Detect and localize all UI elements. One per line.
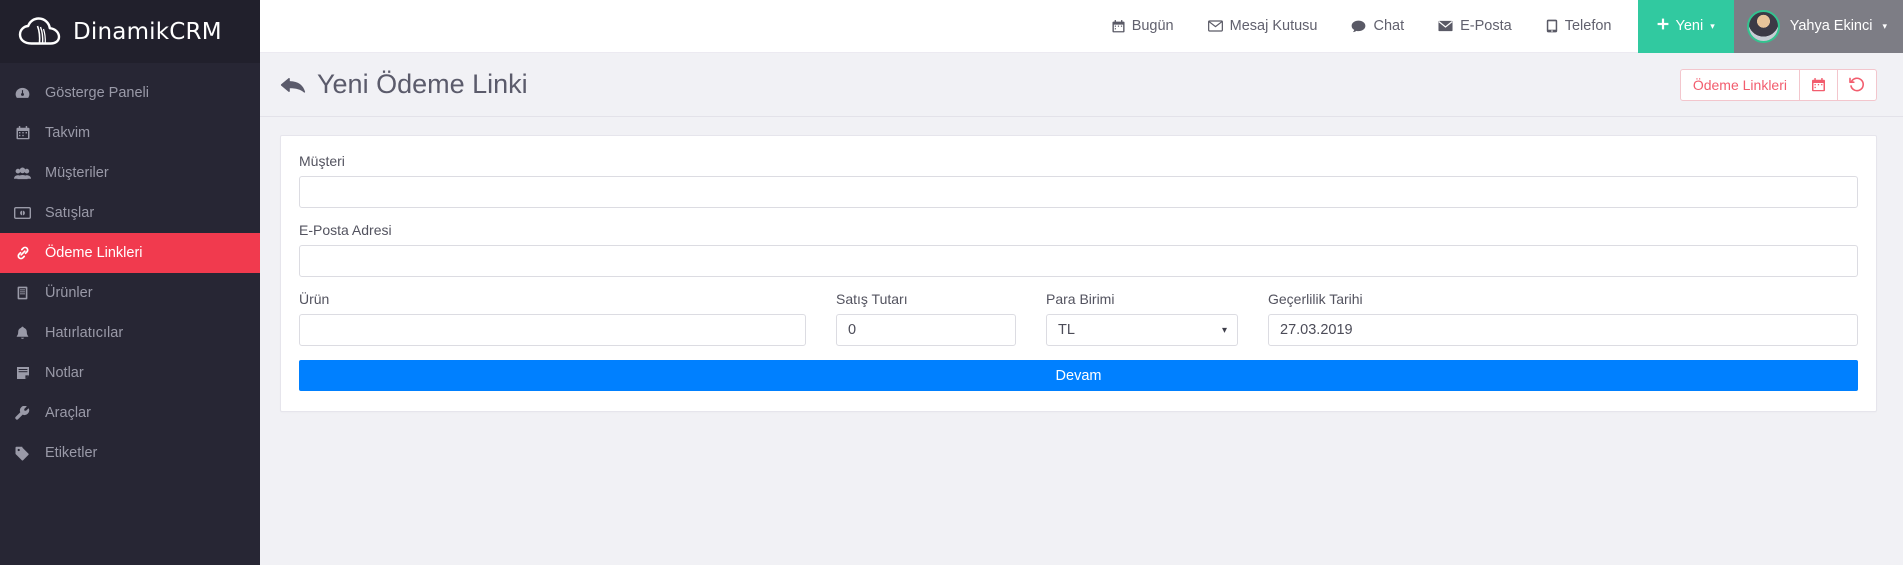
money-bill-icon <box>13 205 32 221</box>
wrench-icon <box>13 405 32 421</box>
customer-label: Müşteri <box>299 153 345 169</box>
chevron-down-icon: ▾ <box>1710 20 1715 31</box>
topbar: Bugün Mesaj Kutusu Chat E-Posta Telefon … <box>260 0 1903 53</box>
sidebar-item-musteriler[interactable]: Müşteriler <box>0 153 260 193</box>
new-button-label: Yeni <box>1675 18 1704 34</box>
amount-field-group: Satış Tutarı <box>836 291 1046 346</box>
sidebar-nav: Gösterge Paneli Takvim Müşteriler Satışl… <box>0 63 260 565</box>
sidebar-item-araclar[interactable]: Araçlar <box>0 393 260 433</box>
new-button[interactable]: Yeni ▾ <box>1638 0 1734 53</box>
customer-input[interactable] <box>299 176 1858 208</box>
product-label: Ürün <box>299 291 330 307</box>
expiry-label: Geçerlilik Tarihi <box>1268 291 1363 307</box>
bell-icon <box>13 325 32 341</box>
sidebar-item-hatirlaticilar[interactable]: Hatırlatıcılar <box>0 313 260 353</box>
sidebar-item-label: Ödeme Linkleri <box>45 245 143 261</box>
sidebar-item-label: Etiketler <box>45 445 98 461</box>
envelope-open-icon <box>1207 20 1223 32</box>
topnav-item-telefon[interactable]: Telefon <box>1529 0 1629 53</box>
currency-field-group: Para Birimi ▾ <box>1046 291 1268 346</box>
currency-label: Para Birimi <box>1046 291 1115 307</box>
page-header-actions: Ödeme Linkleri <box>1679 68 1877 101</box>
sidebar-item-label: Araçlar <box>45 405 91 421</box>
topnav-item-label: Mesaj Kutusu <box>1229 18 1318 34</box>
sidebar-item-label: Takvim <box>45 125 91 141</box>
history-undo-icon-button[interactable] <box>1837 68 1877 101</box>
product-input[interactable] <box>299 314 806 346</box>
main-area: Bugün Mesaj Kutusu Chat E-Posta Telefon … <box>260 0 1903 565</box>
topnav-item-label: Bugün <box>1131 18 1174 34</box>
content-wrapper: Müşteri E-Posta Adresi Ürün Satış Tutarı <box>260 117 1903 565</box>
topnav-item-chat[interactable]: Chat <box>1334 0 1421 53</box>
dashboard-icon <box>13 85 32 101</box>
amount-label: Satış Tutarı <box>836 291 908 307</box>
sidebar-item-label: Hatırlatıcılar <box>45 325 124 341</box>
topbar-nav: Bugün Mesaj Kutusu Chat E-Posta Telefon … <box>1095 0 1903 53</box>
plus-icon <box>1657 18 1669 34</box>
topnav-item-label: Telefon <box>1564 18 1612 34</box>
calendar-icon-button[interactable] <box>1799 68 1838 101</box>
comment-icon <box>1351 20 1366 33</box>
phone-icon <box>1546 19 1558 33</box>
note-icon <box>13 365 32 381</box>
sidebar-item-odeme-linkleri[interactable]: Ödeme Linkleri <box>0 233 260 273</box>
calendar-icon <box>13 125 32 141</box>
page-header: Yeni Ödeme Linki Ödeme Linkleri <box>260 53 1903 117</box>
topnav-item-label: E-Posta <box>1460 18 1512 34</box>
topnav-item-bugun[interactable]: Bugün <box>1095 0 1191 53</box>
tag-icon <box>13 445 32 461</box>
page-title-text: Yeni Ödeme Linki <box>317 69 528 99</box>
sidebar-item-satislar[interactable]: Satışlar <box>0 193 260 233</box>
sidebar-item-notlar[interactable]: Notlar <box>0 353 260 393</box>
page-title: Yeni Ödeme Linki <box>280 69 528 100</box>
topnav-item-mesaj-kutusu[interactable]: Mesaj Kutusu <box>1191 0 1335 53</box>
sidebar-item-label: Satışlar <box>45 205 95 221</box>
product-field-group: Ürün <box>299 291 836 346</box>
topnav-item-label: Chat <box>1373 18 1405 34</box>
payment-link-form-card: Müşteri E-Posta Adresi Ürün Satış Tutarı <box>280 135 1877 412</box>
amount-input[interactable] <box>836 314 1016 346</box>
form-row: Ürün Satış Tutarı Para Birimi ▾ <box>299 291 1858 346</box>
sidebar-item-gosterge-paneli[interactable]: Gösterge Paneli <box>0 73 260 113</box>
user-name: Yahya Ekinci <box>1789 18 1873 34</box>
sidebar-item-urunler[interactable]: Ürünler <box>0 273 260 313</box>
link-icon <box>13 245 32 261</box>
user-menu[interactable]: Yahya Ekinci ▾ <box>1733 0 1903 53</box>
expiry-field-group: Geçerlilik Tarihi <box>1268 291 1858 346</box>
chevron-down-icon: ▾ <box>1882 20 1887 31</box>
users-icon <box>13 165 32 181</box>
currency-select-wrap: ▾ <box>1046 314 1238 346</box>
sidebar-item-label: Ürünler <box>45 285 93 301</box>
email-field-group: E-Posta Adresi <box>299 222 1858 277</box>
sidebar-item-label: Notlar <box>45 365 84 381</box>
sidebar-item-etiketler[interactable]: Etiketler <box>0 433 260 473</box>
envelope-icon <box>1438 20 1453 32</box>
brand-header[interactable]: DinamikCRM <box>0 0 260 63</box>
sidebar-item-label: Gösterge Paneli <box>45 85 149 101</box>
email-input[interactable] <box>299 245 1858 277</box>
box-icon <box>13 285 32 301</box>
brand-name: DinamikCRM <box>73 18 222 45</box>
currency-select[interactable] <box>1046 314 1238 346</box>
back-arrow-icon[interactable] <box>280 75 306 95</box>
sidebar: DinamikCRM Gösterge Paneli Takvim Müşter… <box>0 0 260 565</box>
expiry-date-input[interactable] <box>1268 314 1858 346</box>
avatar <box>1746 9 1780 43</box>
continue-button[interactable]: Devam <box>299 360 1858 391</box>
app-root: DinamikCRM Gösterge Paneli Takvim Müşter… <box>0 0 1903 565</box>
email-label: E-Posta Adresi <box>299 222 392 238</box>
cloud-icon <box>18 16 62 47</box>
odeme-linkleri-button[interactable]: Ödeme Linkleri <box>1679 68 1800 101</box>
sidebar-item-takvim[interactable]: Takvim <box>0 113 260 153</box>
topnav-item-e-posta[interactable]: E-Posta <box>1421 0 1529 53</box>
customer-field-group: Müşteri <box>299 153 1858 208</box>
calendar-icon <box>1112 19 1125 33</box>
sidebar-item-label: Müşteriler <box>45 165 109 181</box>
